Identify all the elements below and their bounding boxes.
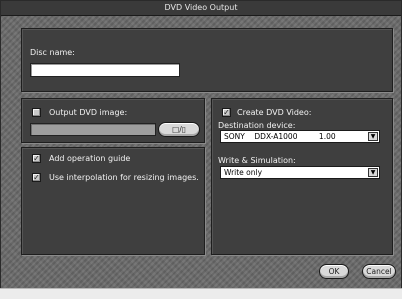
dvd-video-output-dialog: DVD Video Output Disc name: Output DVD i… <box>0 0 402 298</box>
browse-folder-button[interactable]: □/▯ <box>158 122 200 137</box>
write-simulation-select[interactable]: Write only ▼ <box>220 166 380 179</box>
output-image-checkbox[interactable] <box>32 108 41 117</box>
window-title: DVD Video Output <box>1 1 401 16</box>
disc-name-label: Disc name: <box>30 48 75 57</box>
chevron-down-icon[interactable]: ▼ <box>368 132 378 141</box>
destination-device-select[interactable]: SONY DDX-A1000 1.00 ▼ <box>220 130 380 143</box>
output-image-panel: Output DVD image: □/▯ <box>21 98 205 143</box>
interpolation-checkbox[interactable]: ✓ <box>32 173 41 182</box>
destination-device-label: Destination device: <box>218 121 296 130</box>
disc-name-input[interactable] <box>30 63 180 77</box>
create-video-checkbox[interactable]: ✓ <box>222 108 231 117</box>
disc-name-panel: Disc name: <box>21 28 393 92</box>
interpolation-label: Use interpolation for resizing images. <box>49 173 199 182</box>
options-panel: ✓ Add operation guide ✓ Use interpolatio… <box>21 147 205 255</box>
output-image-label: Output DVD image: <box>49 108 128 117</box>
chevron-down-icon[interactable]: ▼ <box>368 168 378 177</box>
output-image-path-field[interactable] <box>30 123 156 136</box>
ok-button[interactable]: OK <box>319 264 349 279</box>
add-guide-label: Add operation guide <box>49 154 131 163</box>
add-guide-checkbox[interactable]: ✓ <box>32 154 41 163</box>
folder-browse-icon: □/▯ <box>172 125 186 134</box>
write-simulation-label: Write & Simulation: <box>218 156 296 165</box>
create-video-label: Create DVD Video: <box>237 108 312 117</box>
cancel-button[interactable]: Cancel <box>362 264 396 279</box>
create-video-panel: ✓ Create DVD Video: Destination device: … <box>211 98 393 255</box>
status-bar <box>0 288 402 299</box>
